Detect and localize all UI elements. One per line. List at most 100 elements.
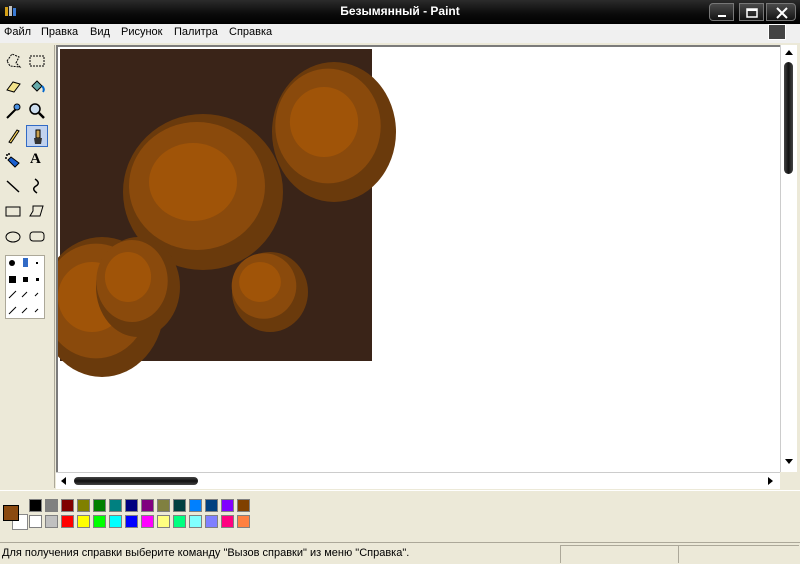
color-picker-tool[interactable] [2,100,24,122]
close-button[interactable] [766,3,796,21]
scroll-left-icon[interactable] [61,477,66,485]
blob-highlight [104,252,152,302]
minimize-button[interactable] [709,3,734,21]
curve-icon [33,178,39,194]
palette-color[interactable] [109,499,122,512]
window-title: Безымянный - Paint [340,4,460,18]
brush-shape-options[interactable] [5,255,45,319]
horizontal-scroll-thumb[interactable] [74,477,198,485]
menu-view[interactable]: Вид [90,26,110,38]
polygon-icon [29,205,44,217]
foreground-color-swatch[interactable] [3,505,19,521]
palette-color[interactable] [93,515,106,528]
rect-select-icon [29,55,45,67]
rectangle-tool[interactable] [2,200,24,222]
status-pane-position [560,545,678,563]
menu-help[interactable]: Справка [229,26,272,38]
vertical-scroll-thumb[interactable] [784,62,793,174]
brush-option[interactable] [9,276,16,283]
vertical-scrollbar[interactable] [780,45,797,472]
scroll-down-icon[interactable] [785,459,793,464]
scroll-up-icon[interactable] [785,50,793,55]
line-tool[interactable] [2,175,24,197]
mdi-close-button[interactable] [768,24,786,40]
palette-color[interactable] [77,499,90,512]
text-icon: A [30,151,41,167]
palette-color[interactable] [189,499,202,512]
brush-option[interactable] [23,277,28,282]
brush-option[interactable] [36,262,38,264]
palette-color[interactable] [141,515,154,528]
menu-image[interactable]: Рисунок [121,26,163,38]
magnifier-tool[interactable] [26,100,48,122]
curve-tool[interactable] [26,175,48,197]
palette-color[interactable] [189,515,202,528]
fill-bucket-tool[interactable] [26,75,48,97]
palette-color[interactable] [29,515,42,528]
airbrush-icon [5,153,20,168]
palette-color[interactable] [157,515,170,528]
palette-color[interactable] [221,515,234,528]
status-bar: Для получения справки выберите команду "… [0,542,800,564]
ellipse-tool[interactable] [2,225,24,247]
ellipse-icon [5,231,21,243]
palette-color[interactable] [45,515,58,528]
title-bar: Безымянный - Paint [0,0,800,24]
toolbox: A [0,45,55,488]
palette-color[interactable] [237,515,250,528]
palette-color[interactable] [93,499,106,512]
minimize-icon [718,15,726,17]
palette-color[interactable] [109,515,122,528]
drawing-canvas[interactable] [58,47,780,470]
color-picker-icon [6,103,21,119]
pencil-tool[interactable] [2,125,24,147]
airbrush-tool[interactable] [2,150,24,172]
close-icon [776,7,788,19]
palette-color[interactable] [205,499,218,512]
palette-color[interactable] [221,499,234,512]
menu-edit[interactable]: Правка [41,26,78,38]
rounded-rect-tool[interactable] [26,225,48,247]
rectangle-icon [5,206,21,217]
palette-color[interactable] [173,499,186,512]
palette-color[interactable] [29,499,42,512]
brush-option[interactable] [36,278,39,281]
palette-color[interactable] [45,499,58,512]
palette-color[interactable] [173,515,186,528]
palette-color[interactable] [205,515,218,528]
rect-select-tool[interactable] [26,50,48,72]
blob-highlight [289,87,359,157]
palette-color[interactable] [125,499,138,512]
line-icon [6,180,20,193]
menu-bar: Файл Правка Вид Рисунок Палитра Справка [0,24,800,43]
free-form-select-tool[interactable] [2,50,24,72]
palette-color[interactable] [125,515,138,528]
brush-option[interactable] [9,260,15,266]
polygon-tool[interactable] [26,200,48,222]
blob-highlight [239,262,281,302]
brush-tool[interactable] [26,125,48,147]
fill-bucket-icon [31,80,45,93]
blob-highlight [149,143,237,221]
palette-color[interactable] [61,499,74,512]
horizontal-scrollbar[interactable] [56,472,780,489]
eraser-icon [6,81,21,93]
palette-color[interactable] [77,515,90,528]
status-help-text: Для получения справки выберите команду "… [2,547,410,559]
brush-icon [34,129,42,144]
brush-option-selected[interactable] [23,258,28,267]
palette-color[interactable] [157,499,170,512]
palette-color[interactable] [237,499,250,512]
canvas-area[interactable] [56,45,782,472]
eraser-tool[interactable] [2,75,24,97]
palette-color[interactable] [141,499,154,512]
pencil-icon [8,129,20,144]
menu-file[interactable]: Файл [4,26,31,38]
text-tool[interactable]: A [26,150,48,172]
magnifier-icon [29,103,45,119]
restore-icon [746,8,758,18]
maximize-button[interactable] [739,3,764,21]
scroll-right-icon[interactable] [768,477,773,485]
menu-colors[interactable]: Палитра [174,26,218,38]
palette-color[interactable] [61,515,74,528]
